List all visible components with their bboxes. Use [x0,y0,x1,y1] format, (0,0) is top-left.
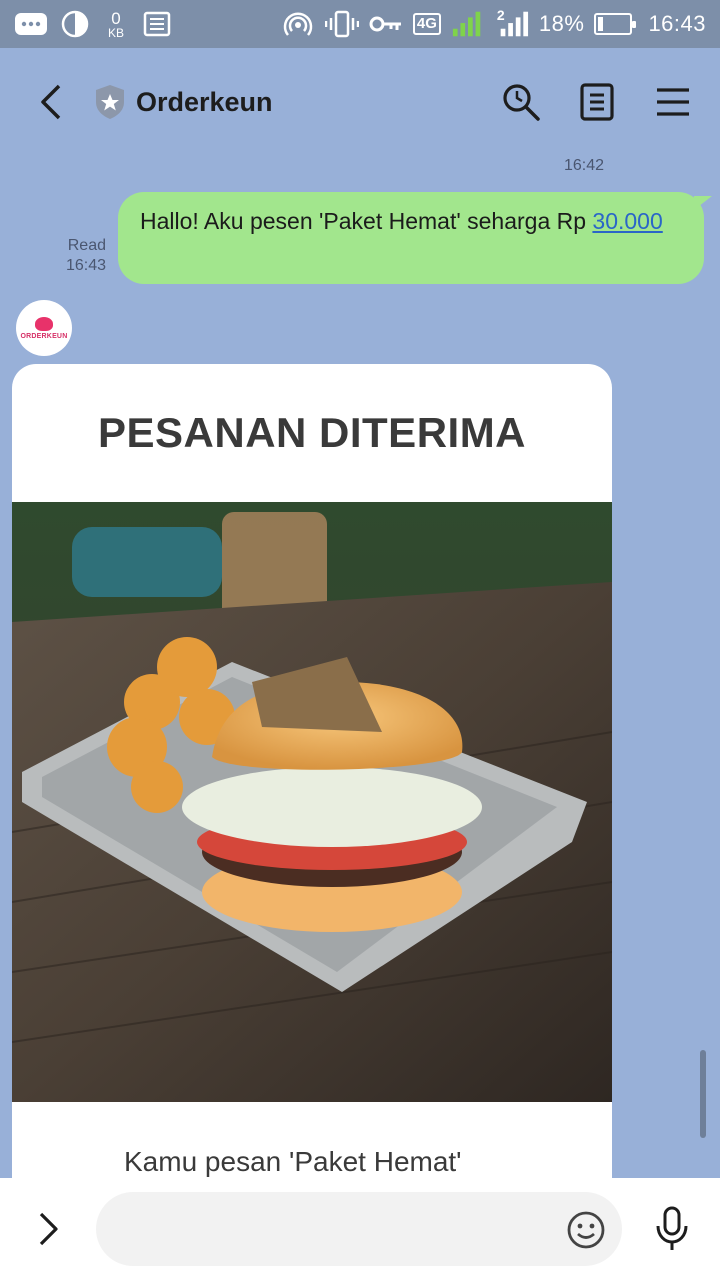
message-input[interactable] [96,1192,622,1266]
chevron-left-icon [41,84,61,120]
signal-sim2-icon: 2 [495,7,529,39]
back-button[interactable] [20,72,80,132]
message-input-bar [0,1178,720,1280]
order-card[interactable]: PESANAN DITERIMA Kamu pesan 'Paket Hemat… [12,364,612,1194]
search-button[interactable] [494,75,548,129]
burger-photo [12,502,612,1102]
voice-message-button[interactable] [642,1199,702,1259]
vibrate-icon [324,9,359,39]
message-notification-icon [14,9,48,39]
vpn-key-icon [369,9,403,39]
sim2-label: 2 [496,7,505,23]
battery-percent: 18% [538,11,585,36]
data-speed-indicator: 0 KB [107,8,124,40]
read-status: Read [67,237,106,254]
network-type-badge: 4G [412,13,441,35]
orderkeun-logo-icon [35,316,53,331]
notes-button[interactable] [570,75,624,129]
emoji-icon [567,1211,605,1249]
news-icon [140,9,174,39]
clock: 16:43 [648,11,706,36]
theme-contrast-icon [58,9,92,39]
sent-message-bubble[interactable]: Hallo! Aku pesen 'Paket Hemat' seharga R… [118,192,712,284]
bot-avatar[interactable]: ORDERKEUN [16,300,72,356]
menu-button[interactable] [646,75,700,129]
sent-message-text: Hallo! Aku pesen 'Paket Hemat' seharga R… [140,208,593,234]
message-timestamp: 16:42 [564,157,605,174]
status-bar: 0 KB 4G 2 18% 16:43 [0,0,720,48]
chevron-right-icon [39,1212,58,1246]
battery-icon [594,13,637,35]
search-icon [503,84,540,121]
chat-header: Orderkeun [0,48,720,156]
hamburger-menu-icon [657,88,689,116]
emoji-button[interactable] [562,1206,610,1254]
notes-icon [580,83,614,121]
signal-sim1-icon [451,9,485,39]
card-title: PESANAN DITERIMA [97,409,527,456]
microphone-icon [656,1206,688,1250]
card-description: Kamu pesan 'Paket Hemat' [124,1146,462,1177]
read-time: 16:43 [65,257,106,274]
official-account-shield-icon [90,82,130,122]
chat-title: Orderkeun [136,86,273,117]
hotspot-icon [281,9,315,39]
chat-scrollbar[interactable] [700,1050,706,1138]
expand-menu-button[interactable] [18,1199,78,1259]
price-link[interactable]: 30.000 [592,208,662,234]
avatar-logo-text: ORDERKEUN [20,332,68,340]
read-receipt: Read 16:43 [58,236,106,276]
